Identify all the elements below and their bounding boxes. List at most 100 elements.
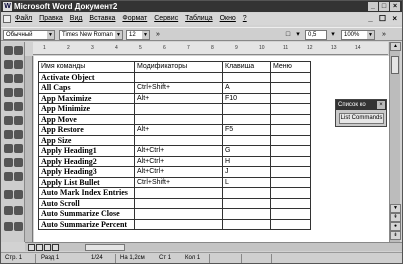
menu-cell[interactable] <box>270 187 311 199</box>
menu-cell[interactable] <box>270 92 311 104</box>
copy-icon[interactable] <box>14 74 23 83</box>
redo-icon[interactable] <box>4 144 13 153</box>
command-name-cell[interactable]: Auto Mark Index Entries <box>38 187 135 199</box>
command-name-cell[interactable]: App Move <box>38 113 135 125</box>
scroll-down-icon[interactable]: ▼ <box>390 204 401 213</box>
style-combo[interactable]: Обычный ▼ <box>3 30 55 40</box>
modifiers-cell[interactable] <box>134 208 223 220</box>
list-icon[interactable] <box>14 130 23 139</box>
chevron-down-icon[interactable]: ▼ <box>142 31 149 39</box>
modifiers-cell[interactable] <box>134 218 223 230</box>
preview-icon[interactable] <box>4 102 13 111</box>
key-cell[interactable]: H <box>222 155 271 167</box>
vertical-scrollbar[interactable]: ▲ ▼ ⇞ ● ⇟ <box>389 42 401 242</box>
picture-icon[interactable] <box>4 206 13 215</box>
font-combo[interactable]: Times New Roman ▼ <box>59 30 123 40</box>
command-name-cell[interactable]: Auto Summarize Percent <box>38 218 135 230</box>
key-cell[interactable] <box>222 187 271 199</box>
document-window-controls[interactable]: _ ☐ × <box>368 13 399 25</box>
modifiers-cell[interactable] <box>134 113 223 125</box>
key-cell[interactable] <box>222 113 271 125</box>
close-icon[interactable]: × <box>377 101 385 109</box>
command-name-cell[interactable]: Auto Summarize Close <box>38 208 135 220</box>
key-cell[interactable]: F10 <box>222 92 271 104</box>
modifiers-cell[interactable]: Alt+Ctrl+ <box>134 166 223 178</box>
command-name-cell[interactable]: Apply List Bullet <box>38 176 135 188</box>
bold-icon[interactable] <box>14 102 23 111</box>
menu-cell[interactable] <box>270 82 311 94</box>
indent-icon[interactable] <box>14 144 23 153</box>
align-icon[interactable] <box>14 116 23 125</box>
toolbar-more-icon[interactable]: » <box>379 30 389 40</box>
highlight-icon[interactable] <box>14 222 23 231</box>
modifiers-cell[interactable]: Alt+ <box>134 92 223 104</box>
key-cell[interactable]: A <box>222 82 271 94</box>
new-document-icon[interactable] <box>4 46 13 55</box>
help-icon[interactable] <box>4 222 13 231</box>
maximize-button[interactable]: □ <box>379 2 389 11</box>
modifiers-cell[interactable] <box>134 197 223 209</box>
scroll-up-icon[interactable]: ▲ <box>390 42 401 51</box>
close-button[interactable]: × <box>390 2 400 11</box>
menu-help[interactable]: ? <box>243 15 247 22</box>
menu-cell[interactable] <box>270 218 311 230</box>
dropdown-icon[interactable]: ▾ <box>293 30 303 40</box>
table-icon[interactable] <box>14 158 23 167</box>
command-name-cell[interactable]: All Caps <box>38 82 135 94</box>
document-icon[interactable] <box>14 46 23 55</box>
key-cell[interactable] <box>222 208 271 220</box>
menu-tools[interactable]: Сервис <box>154 15 178 22</box>
command-name-cell[interactable]: Auto Scroll <box>38 197 135 209</box>
menu-cell[interactable] <box>270 134 311 146</box>
next-page-icon[interactable]: ⇟ <box>390 231 401 240</box>
cut-icon[interactable] <box>14 60 23 69</box>
open-folder-icon[interactable] <box>4 60 13 69</box>
menu-cell[interactable] <box>270 71 311 83</box>
modifiers-cell[interactable] <box>134 103 223 115</box>
undo-icon[interactable] <box>4 130 13 139</box>
menu-cell[interactable] <box>270 155 311 167</box>
command-name-cell[interactable]: App Size <box>38 134 135 146</box>
document-page[interactable]: Имя команды Модификаторы Клавиша Меню Ac… <box>34 56 389 242</box>
save-icon[interactable] <box>4 74 13 83</box>
menu-file[interactable]: Файл <box>15 15 32 22</box>
modifiers-cell[interactable]: Ctrl+Shift+ <box>134 82 223 94</box>
list-commands-button[interactable]: List Commands <box>339 113 384 124</box>
chevron-down-icon[interactable]: ▼ <box>367 31 374 39</box>
key-cell[interactable]: J <box>222 166 271 178</box>
menu-cell[interactable] <box>270 197 311 209</box>
chevron-down-icon[interactable]: ▼ <box>47 31 54 39</box>
key-cell[interactable] <box>222 197 271 209</box>
command-name-cell[interactable]: Apply Heading1 <box>38 145 135 157</box>
command-name-cell[interactable]: Apply Heading2 <box>38 155 135 167</box>
modifiers-cell[interactable]: Alt+Ctrl+ <box>134 145 223 157</box>
menu-view[interactable]: Вид <box>70 15 83 22</box>
menu-cell[interactable] <box>270 103 311 115</box>
dropdown-icon[interactable]: ▾ <box>328 30 338 40</box>
web-view-icon[interactable] <box>36 244 43 251</box>
vertical-ruler[interactable] <box>25 56 33 242</box>
font-size-combo[interactable]: 12 ▼ <box>126 30 150 40</box>
key-cell[interactable]: G <box>222 145 271 157</box>
menu-cell[interactable] <box>270 208 311 220</box>
menu-cell[interactable] <box>270 113 311 125</box>
menu-cell[interactable] <box>270 124 311 136</box>
menu-edit[interactable]: Правка <box>39 15 63 22</box>
minimize-button[interactable]: _ <box>368 2 378 11</box>
toolbar-more-icon[interactable]: » <box>153 30 163 40</box>
modifiers-cell[interactable] <box>134 187 223 199</box>
indent-combo[interactable]: 0,5 <box>305 30 327 40</box>
normal-view-icon[interactable] <box>28 244 35 251</box>
command-name-cell[interactable]: App Minimize <box>38 103 135 115</box>
browse-object-icon[interactable]: ● <box>390 222 401 231</box>
modifiers-cell[interactable]: Alt+ <box>134 124 223 136</box>
key-cell[interactable]: L <box>222 176 271 188</box>
document-icon[interactable] <box>3 15 11 23</box>
command-name-cell[interactable]: Activate Object <box>38 71 135 83</box>
font-color-icon[interactable] <box>14 190 23 199</box>
key-cell[interactable] <box>222 218 271 230</box>
key-cell[interactable] <box>222 71 271 83</box>
scroll-thumb[interactable] <box>391 56 399 74</box>
menu-format[interactable]: Формат <box>122 15 147 22</box>
pen-icon[interactable] <box>4 172 13 181</box>
